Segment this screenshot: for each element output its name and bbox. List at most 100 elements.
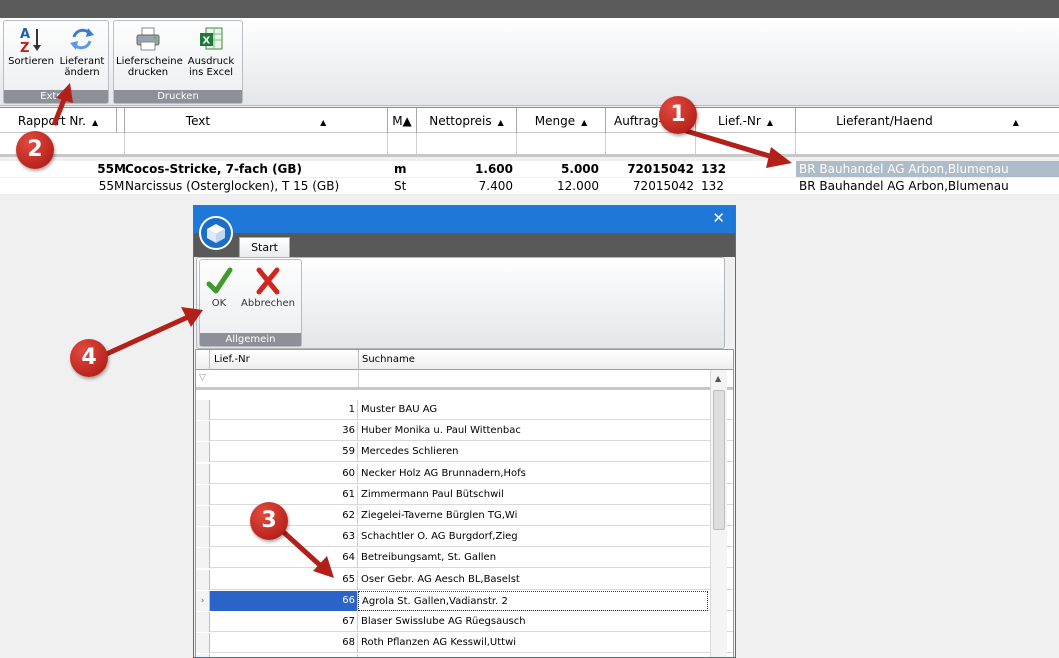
dialog-tab-strip: Start — [194, 233, 735, 257]
column-header-rapport[interactable]: Rapport Nr. ▲ — [0, 108, 117, 134]
cell-suchname: Oser Gebr. AG Aesch BL,Baselst — [361, 573, 520, 585]
grid-header: Rapport Nr. ▲ Text ▲ M▲ Nettopreis ▲ Menge ▲… — [0, 107, 1059, 134]
list-item[interactable]: 59 Mercedes Schlieren — [196, 442, 733, 463]
checkmark-icon — [206, 267, 233, 294]
cell-unit: m — [394, 162, 407, 176]
indicator-header — [196, 350, 210, 370]
ribbon: A Z Sortieren Lieferant ändern Extras Li… — [0, 18, 1059, 106]
filter-cell[interactable] — [606, 133, 696, 154]
cell-unit: St — [394, 179, 407, 193]
filter-cell[interactable] — [417, 133, 517, 154]
column-header-supplier[interactable]: Lieferant/Haend ▲ — [796, 108, 1059, 134]
cell-suchname: Huber Monika u. Paul Wittenbac — [361, 425, 521, 437]
list-item[interactable]: 67 Blaser Swisslube AG Rüegsausch — [196, 612, 733, 632]
table-row[interactable]: 55 M Narcissus (Osterglocken), T 15 (GB)… — [0, 178, 1059, 194]
list-item[interactable]: 64 Betreibungsamt, St. Gallen — [196, 548, 733, 569]
filter-divider — [358, 370, 359, 387]
change-supplier-button[interactable]: Lieferant ändern — [56, 21, 108, 78]
column-header-unit[interactable]: M▲ — [388, 108, 417, 134]
column-header-lief-nr[interactable]: Lief.-Nr — [214, 350, 250, 370]
cell-text: Cocos-Stricke, 7-fach (GB) — [125, 162, 303, 176]
step-marker-1: 1 — [659, 96, 697, 134]
cell-suchname: Zimmermann Paul Bütschwil — [361, 488, 504, 500]
cell-rapport: 55 — [98, 179, 114, 193]
step-marker-3: 3 — [250, 502, 288, 540]
row-indicator — [196, 442, 210, 463]
sort-button[interactable]: A Z Sortieren — [6, 21, 56, 67]
excel-icon: X — [200, 27, 223, 50]
filter-cell[interactable] — [517, 133, 606, 154]
scroll-up-icon[interactable]: ▲ — [715, 374, 721, 383]
cell-suchname: Necker Holz AG Brunnadern,Hofs — [361, 467, 526, 479]
cell-lief-nr: 68 — [210, 633, 358, 654]
row-indicator — [196, 400, 210, 420]
cell-supplier: BR Bauhandel AG Arbon,Blumenau — [799, 179, 1009, 193]
svg-text:Z: Z — [20, 41, 29, 53]
cell-quantity: 5.000 — [561, 162, 599, 176]
filter-cell[interactable] — [696, 133, 796, 154]
ribbon-group-allgemein: OK Abbrechen Allgemein — [199, 259, 302, 347]
cell-lief-nr: 59 — [210, 442, 358, 463]
app-menu-button[interactable] — [199, 216, 233, 250]
cell-lief-nr: 60 — [210, 463, 358, 484]
print-delivery-notes-button[interactable]: Lieferscheine drucken — [116, 21, 183, 78]
row-indicator — [196, 463, 210, 484]
list-item[interactable]: 61 Zimmermann Paul Bütschwil — [196, 484, 733, 505]
cell-suchname: Blaser Swisslube AG Rüegsausch — [361, 616, 526, 627]
row-indicator — [196, 612, 210, 632]
filter-cell[interactable] — [125, 133, 388, 154]
list-item[interactable]: 68 Roth Pflanzen AG Kesswil,Uttwi — [196, 633, 733, 654]
list-item[interactable]: › 66 Agrola St. Gallen,Vadianstr. 2 — [196, 590, 733, 611]
list-item[interactable]: 69CREABETON Baustoff AG Zell — [196, 654, 733, 657]
column-header-flag[interactable] — [117, 108, 125, 134]
scroll-thumb[interactable] — [713, 390, 725, 530]
list-item[interactable]: 1 Muster BAU AG — [196, 400, 733, 420]
dialog-ribbon: OK Abbrechen Allgemein — [196, 257, 725, 349]
cell-suchname: Agrola St. Gallen,Vadianstr. 2 — [358, 590, 708, 611]
table-row[interactable]: 55 M Cocos-Stricke, 7-fach (GB) m 1.600 … — [0, 161, 1059, 177]
cell-supplier[interactable]: BR Bauhandel AG Arbon,Blumenau — [796, 161, 1059, 177]
cell-flag: M — [114, 179, 125, 193]
close-icon[interactable]: ✕ — [712, 211, 725, 226]
cell-suchname: Schachtler O. AG Burgdorf,Zieg — [361, 531, 518, 543]
ribbon-group-drucken: Lieferscheine drucken X Ausdruck ins Exc… — [113, 20, 243, 104]
column-header-text[interactable]: Text ▲ — [125, 108, 388, 134]
cell-quantity: 12.000 — [557, 179, 599, 193]
cell-suchname: CREABETON Baustoff AG Zell — [358, 654, 708, 657]
cell-lief-nr: 66 — [210, 590, 358, 611]
list-item[interactable]: 65 Oser Gebr. AG Aesch BL,Baselst — [196, 569, 733, 590]
cell-lief-nr: 61 — [210, 484, 358, 505]
supplier-filter-row[interactable]: ▽ — [196, 370, 733, 390]
filter-cell[interactable] — [117, 133, 125, 154]
ok-button[interactable]: OK — [202, 260, 236, 309]
list-item[interactable]: 36 Huber Monika u. Paul Wittenbac — [196, 421, 733, 442]
row-indicator — [196, 527, 210, 548]
sort-az-icon: A Z — [20, 27, 41, 53]
cross-icon — [256, 267, 280, 295]
cell-suchname: Mercedes Schlieren — [361, 446, 459, 458]
export-excel-button[interactable]: X Ausdruck ins Excel — [180, 21, 242, 78]
column-header-price[interactable]: Nettopreis ▲ — [417, 108, 517, 134]
grid-filter-row[interactable] — [0, 133, 1059, 157]
cancel-button[interactable]: Abbrechen — [236, 260, 300, 309]
cell-text: Narcissus (Osterglocken), T 15 (GB) — [125, 179, 340, 193]
tab-start[interactable]: Start — [239, 237, 290, 257]
filter-cell[interactable] — [388, 133, 417, 154]
column-header-quantity[interactable]: Menge ▲ — [517, 108, 606, 134]
refresh-arrows-icon — [70, 28, 94, 50]
list-item[interactable]: 60 Necker Holz AG Brunnadern,Hofs — [196, 463, 733, 484]
cell-price: 7.400 — [478, 179, 513, 193]
step-marker-2: 2 — [16, 131, 54, 169]
row-indicator — [196, 506, 210, 526]
ribbon-group-caption: Allgemein — [200, 333, 301, 346]
row-indicator — [196, 548, 210, 569]
column-header-lief-nr[interactable]: Lief.-Nr ▲ — [696, 108, 796, 134]
vertical-scrollbar[interactable]: ▲ — [710, 370, 727, 657]
ribbon-group-caption: Drucken — [114, 90, 242, 103]
cell-suchname: Muster BAU AG — [361, 404, 438, 415]
filter-icon: ▽ — [199, 373, 206, 383]
cell-lief-nr: 36 — [210, 421, 358, 442]
column-header-suchname[interactable]: Suchname — [358, 350, 708, 370]
ribbon-group-extras: A Z Sortieren Lieferant ändern Extras — [3, 20, 109, 104]
row-indicator — [196, 421, 210, 442]
